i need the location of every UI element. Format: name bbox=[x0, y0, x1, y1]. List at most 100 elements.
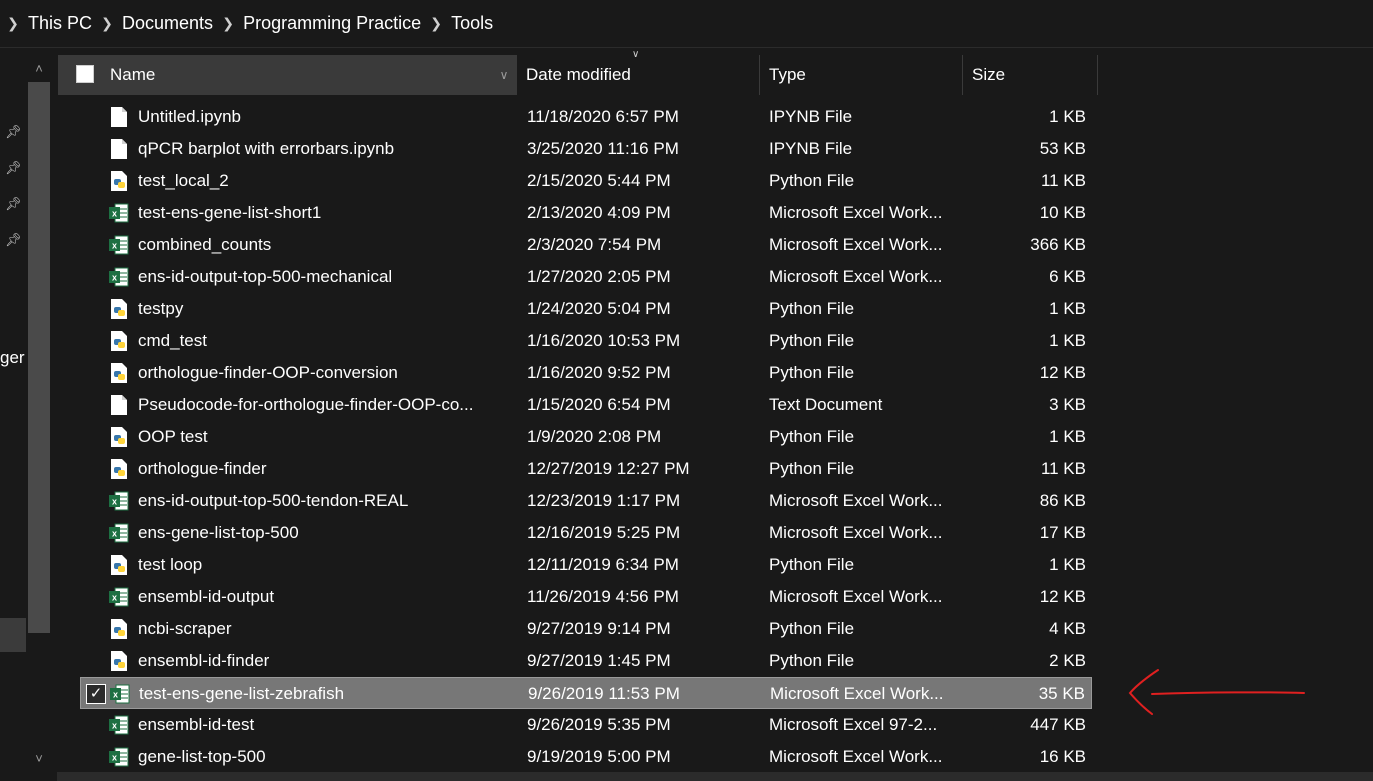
file-size: 35 KB bbox=[1038, 684, 1085, 703]
file-size: 1 KB bbox=[1049, 331, 1086, 350]
file-row[interactable]: x combined_counts 2/3/2020 7:54 PM Microsof… bbox=[80, 229, 1092, 261]
scrollbar-track[interactable] bbox=[26, 80, 52, 748]
file-row[interactable]: ✓ x test-ens-gene-list-zebrafish 9/26/2019 … bbox=[80, 677, 1092, 709]
partial-row[interactable] bbox=[110, 88, 410, 96]
scrollbar-thumb[interactable] bbox=[28, 82, 50, 633]
file-size: 16 KB bbox=[1039, 747, 1086, 766]
column-divider[interactable] bbox=[516, 55, 517, 95]
file-row[interactable]: Untitled.ipynb 11/18/2020 6:57 PM IPYNB Fi… bbox=[80, 101, 1092, 133]
chevron-right-icon[interactable]: ❯ bbox=[423, 15, 449, 32]
excel-file-icon: x bbox=[109, 234, 129, 256]
column-header-date[interactable]: Date modified bbox=[526, 55, 631, 95]
file-row[interactable]: ncbi-scraper 9/27/2019 9:14 PM Python File… bbox=[80, 613, 1092, 645]
file-row[interactable]: x ens-id-output-top-500-tendon-REAL 12/23/… bbox=[80, 485, 1092, 517]
python-file-icon bbox=[109, 650, 129, 672]
file-row[interactable]: orthologue-finder-OOP-conversion 1/16/202… bbox=[80, 357, 1092, 389]
svg-text:x: x bbox=[113, 690, 118, 700]
excel-file-icon: x bbox=[109, 746, 129, 768]
file-type: Microsoft Excel Work... bbox=[769, 587, 943, 606]
column-divider[interactable] bbox=[962, 55, 963, 95]
nav-item-selected[interactable] bbox=[0, 618, 26, 652]
file-size: 12 KB bbox=[1039, 587, 1086, 606]
red-arrow-annotation bbox=[1128, 669, 1305, 715]
file-row[interactable]: x ensembl-id-test 9/26/2019 5:35 PM Microso… bbox=[80, 709, 1092, 741]
sort-descending-icon: ∨ bbox=[632, 49, 640, 60]
select-all-checkbox[interactable] bbox=[76, 65, 94, 83]
file-type: Microsoft Excel Work... bbox=[769, 747, 943, 766]
file-name: test-ens-gene-list-zebrafish bbox=[139, 684, 345, 703]
breadcrumb-programming-practice[interactable]: Programming Practice bbox=[241, 13, 423, 34]
pin-icon[interactable]: 📌︎ bbox=[5, 124, 22, 140]
file-row[interactable]: x ens-gene-list-top-500 12/16/2019 5:25 PM… bbox=[80, 517, 1092, 549]
file-row[interactable]: OOP test 1/9/2020 2:08 PM Python File 1 KB bbox=[80, 421, 1092, 453]
file-row[interactable]: x ensembl-id-output 11/26/2019 4:56 PM Micr… bbox=[80, 581, 1092, 613]
file-row[interactable]: Pseudocode-for-orthologue-finder-OOP-co.… bbox=[80, 389, 1092, 421]
file-name: test_local_2 bbox=[138, 171, 229, 190]
nav-item-label[interactable]: ger bbox=[0, 348, 25, 368]
file-type: Python File bbox=[769, 651, 855, 670]
file-row[interactable]: test_local_2 2/15/2020 5:44 PM Python File… bbox=[80, 165, 1092, 197]
file-date-modified: 12/16/2019 5:25 PM bbox=[527, 523, 681, 542]
file-row[interactable]: x gene-list-top-500 9/19/2019 5:00 PM Micro… bbox=[80, 741, 1092, 773]
breadcrumb-documents[interactable]: Documents bbox=[120, 13, 215, 34]
file-type: Microsoft Excel Work... bbox=[769, 491, 943, 510]
excel-file-icon: x bbox=[109, 714, 129, 736]
file-size: 11 KB bbox=[1040, 459, 1086, 478]
file-name: qPCR barplot with errorbars.ipynb bbox=[138, 139, 395, 158]
file-name: gene-list-top-500 bbox=[138, 747, 266, 766]
column-divider[interactable] bbox=[1097, 55, 1098, 95]
chevron-right-icon[interactable]: ❯ bbox=[215, 15, 241, 32]
svg-text:x: x bbox=[112, 209, 117, 219]
document-icon bbox=[109, 138, 129, 160]
file-size: 3 KB bbox=[1049, 395, 1086, 414]
address-bar: ❯ This PC ❯ Documents ❯ Programming Prac… bbox=[0, 0, 1373, 48]
file-name: combined_counts bbox=[138, 235, 272, 254]
breadcrumb-tools[interactable]: Tools bbox=[449, 13, 495, 34]
file-row[interactable]: cmd_test 1/16/2020 10:53 PM Python File 1 K… bbox=[80, 325, 1092, 357]
scroll-up-icon[interactable]: ˄ bbox=[26, 58, 52, 80]
scroll-down-icon[interactable]: ˅ bbox=[26, 748, 52, 770]
column-header-size[interactable]: Size bbox=[972, 55, 1005, 95]
file-name: test-ens-gene-list-short1 bbox=[138, 203, 322, 222]
file-type: Python File bbox=[769, 427, 855, 446]
python-file-icon bbox=[109, 362, 129, 384]
column-divider[interactable] bbox=[759, 55, 760, 95]
file-type: Python File bbox=[769, 299, 855, 318]
nav-scrollbar[interactable]: ˄ ˅ bbox=[26, 58, 52, 770]
file-row[interactable]: orthologue-finder 12/27/2019 12:27 PM Pyth… bbox=[80, 453, 1092, 485]
file-name: ens-id-output-top-500-tendon-REAL bbox=[138, 491, 409, 510]
file-row[interactable]: qPCR barplot with errorbars.ipynb 3/25/20… bbox=[80, 133, 1092, 165]
file-row[interactable]: testpy 1/24/2020 5:04 PM Python File 1 KB bbox=[80, 293, 1092, 325]
column-header-type[interactable]: Type bbox=[769, 55, 806, 95]
chevron-down-icon[interactable]: ∨ bbox=[492, 55, 516, 95]
chevron-right-icon[interactable]: ❯ bbox=[94, 15, 120, 32]
row-checkbox[interactable]: ✓ bbox=[86, 684, 106, 704]
file-row[interactable]: x ens-id-output-top-500-mechanical 1/27/20… bbox=[80, 261, 1092, 293]
python-file-icon bbox=[109, 554, 129, 576]
file-date-modified: 1/9/2020 2:08 PM bbox=[527, 427, 662, 446]
file-name: ens-gene-list-top-500 bbox=[138, 523, 299, 542]
chevron-right-icon[interactable]: ❯ bbox=[0, 15, 26, 32]
svg-text:x: x bbox=[112, 497, 117, 507]
file-type: Python File bbox=[769, 459, 855, 478]
file-row[interactable]: test loop 12/11/2019 6:34 PM Python File 1 … bbox=[80, 549, 1092, 581]
pin-icon[interactable]: 📌︎ bbox=[5, 196, 22, 212]
file-date-modified: 3/25/2020 11:16 PM bbox=[527, 139, 679, 158]
file-type: Microsoft Excel Work... bbox=[770, 684, 944, 703]
file-row[interactable]: x test-ens-gene-list-short1 2/13/2020 4:09… bbox=[80, 197, 1092, 229]
python-file-icon bbox=[109, 618, 129, 640]
svg-text:x: x bbox=[112, 753, 117, 763]
file-date-modified: 12/27/2019 12:27 PM bbox=[527, 459, 690, 478]
pin-icon[interactable]: 📌︎ bbox=[5, 160, 22, 176]
python-file-icon bbox=[109, 298, 129, 320]
svg-text:x: x bbox=[112, 273, 117, 283]
pin-icon[interactable]: 📌︎ bbox=[5, 232, 22, 248]
column-name-label: Name bbox=[110, 65, 156, 84]
file-size: 12 KB bbox=[1039, 363, 1086, 382]
breadcrumb-this-pc[interactable]: This PC bbox=[26, 13, 94, 34]
file-row[interactable]: ensembl-id-finder 9/27/2019 1:45 PM Python… bbox=[80, 645, 1092, 677]
python-file-icon bbox=[109, 170, 129, 192]
file-size: 11 KB bbox=[1040, 171, 1086, 190]
horizontal-scrollbar[interactable] bbox=[57, 772, 1373, 781]
file-date-modified: 12/11/2019 6:34 PM bbox=[527, 555, 679, 574]
